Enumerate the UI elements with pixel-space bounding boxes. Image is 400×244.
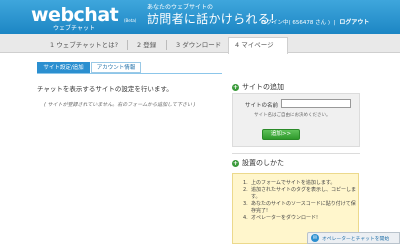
site-header: webchat (Beta) ウェブチャット あなたのウェブサイトの 訪問者に話… — [0, 0, 400, 34]
add-site-form: サイトの名前 サイト名はご自由にお決めください。 追加>> — [232, 93, 360, 147]
add-site-title: サイトの追加 — [242, 83, 284, 91]
list-item: 2. 追加されたサイトのタグを表示し、コピーします。 — [243, 187, 357, 200]
plus-icon: + — [232, 159, 239, 167]
list-item: 4. オペレーターをダウンロード! — [243, 215, 319, 221]
site-name-help: サイト名はご自由にお決めください。 — [254, 113, 331, 118]
nav-tab-download[interactable]: 3 ダウンロード — [170, 38, 228, 53]
intro-text: チャットを表示するサイトの設定を行います。 — [37, 85, 173, 93]
logout-link[interactable]: ログアウト — [339, 19, 369, 26]
chat-widget-button[interactable]: ✉ オペレーターとチャットを開始 — [307, 232, 400, 244]
add-button[interactable]: 追加>> — [262, 129, 300, 140]
logo-text: webchat — [31, 4, 119, 26]
header-links: ログイン中( 656478 さん ) | ログアウト — [261, 19, 369, 27]
divider — [232, 153, 360, 154]
sub-tab-underline — [37, 73, 222, 74]
plus-icon: + — [232, 83, 239, 91]
separator: | — [333, 20, 336, 26]
tab-account-info[interactable]: アカウント情報 — [91, 62, 141, 73]
site-name-label: サイトの名前 — [245, 103, 279, 109]
setup-steps: 1. 上のフォームでサイトを追加します。 2. 追加されたサイトのタグを表示し、コピ… — [243, 180, 358, 222]
nav-tab-about[interactable]: 1 ウェブチャットとは? — [44, 38, 124, 53]
tagline-small: あなたのウェブサイトの — [147, 4, 214, 11]
add-site-heading: + サイトの追加 — [232, 82, 284, 92]
logo[interactable]: webchat (Beta) ウェブチャット — [31, 4, 139, 33]
nav-tab-register[interactable]: 2 登録 — [131, 38, 167, 53]
list-item: 1. 上のフォームでサイトを追加します。 — [243, 180, 336, 186]
list-item: 3. あなたのサイトのソースコードに貼り付けて保存完了! — [243, 201, 356, 214]
tagline-big: 訪問者に話かけられる! — [147, 12, 276, 26]
site-name-input[interactable] — [281, 99, 351, 108]
logo-beta: (Beta) — [124, 18, 137, 23]
nav-tab-mypage[interactable]: 4 マイページ — [228, 37, 288, 54]
nav-divider — [127, 40, 128, 50]
nav-divider — [166, 40, 167, 50]
empty-note: ( サイトが登録されていません。右のフォームから追加して下さい ) — [44, 102, 196, 108]
login-status: ログイン中( 656478 さん ) — [261, 20, 331, 26]
setup-title: 設置のしかた — [242, 159, 284, 167]
main-nav: 1 ウェブチャットとは? 2 登録 3 ダウンロード 4 マイページ — [0, 34, 400, 54]
chat-widget-label: オペレーターとチャットを開始 — [322, 236, 390, 242]
logo-subtitle: ウェブチャット — [53, 25, 95, 32]
chat-icon: ✉ — [311, 234, 319, 242]
tab-site-settings[interactable]: サイト設定/追加 — [37, 62, 90, 73]
setup-heading: + 設置のしかた — [232, 158, 284, 168]
